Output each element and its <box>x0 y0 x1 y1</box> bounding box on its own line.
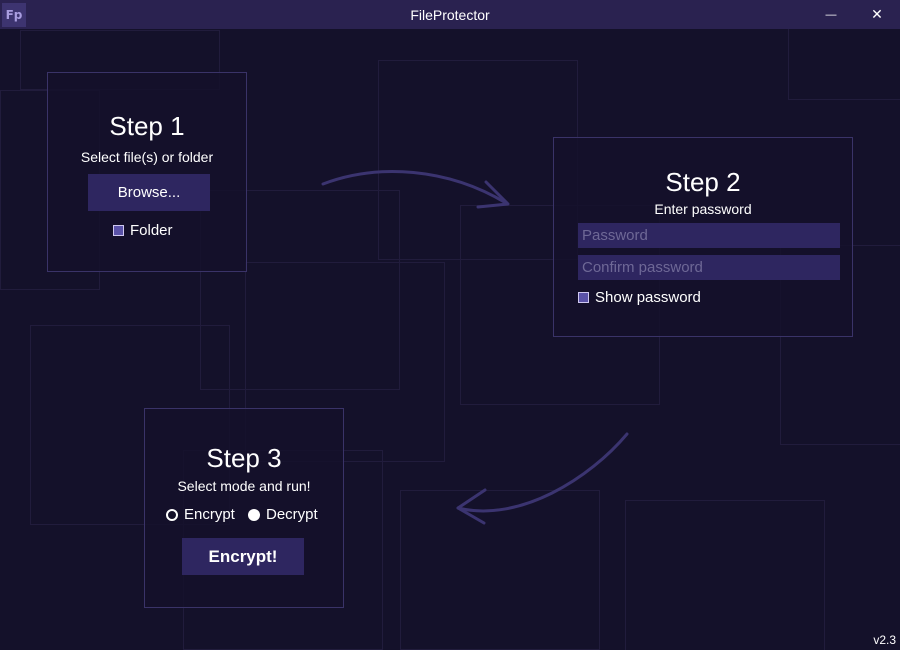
show-password-checkbox-row[interactable]: Show password <box>578 289 701 306</box>
folder-label: Folder <box>130 222 173 239</box>
confirm-password-field[interactable] <box>578 255 840 280</box>
password-field[interactable] <box>578 223 840 248</box>
run-encrypt-button[interactable]: Encrypt! <box>182 538 304 575</box>
step2-subtitle: Enter password <box>654 201 752 217</box>
encrypt-radio[interactable] <box>166 508 178 521</box>
title-bar: Fp FileProtector — ✕ <box>0 0 900 29</box>
close-button[interactable]: ✕ <box>854 0 900 29</box>
version-label: v2.3 <box>873 633 896 647</box>
decrypt-label: Decrypt <box>266 506 318 523</box>
curved-arrow-right-icon <box>321 170 510 209</box>
minimize-icon: — <box>825 8 837 21</box>
step2-panel: Step 2 Enter password Show password <box>553 137 853 337</box>
decrypt-radio[interactable] <box>248 508 260 521</box>
window-title: FileProtector <box>410 7 490 23</box>
app-window: Fp FileProtector — ✕ Step 1 Select file(… <box>0 0 900 650</box>
step1-panel: Step 1 Select file(s) or folder Browse..… <box>47 72 247 272</box>
step3-subtitle: Select mode and run! <box>177 478 311 494</box>
folder-checkbox-row[interactable]: Folder <box>113 222 173 239</box>
minimize-button[interactable]: — <box>808 0 854 29</box>
step3-title: Step 3 <box>206 443 282 473</box>
browse-button[interactable]: Browse... <box>88 174 210 211</box>
background-decor <box>625 500 825 650</box>
encrypt-radio-row[interactable]: Encrypt <box>166 506 235 523</box>
show-password-label: Show password <box>595 289 701 306</box>
folder-checkbox[interactable] <box>113 225 124 236</box>
close-icon: ✕ <box>871 6 883 22</box>
decrypt-radio-row[interactable]: Decrypt <box>248 506 318 523</box>
curved-arrow-left-icon <box>456 432 629 525</box>
encrypt-label: Encrypt <box>184 506 235 523</box>
step1-subtitle: Select file(s) or folder <box>80 149 214 165</box>
show-password-checkbox[interactable] <box>578 292 589 303</box>
step2-title: Step 2 <box>665 167 741 197</box>
step1-title: Step 1 <box>109 111 185 141</box>
step3-panel: Step 3 Select mode and run! Encrypt Decr… <box>144 408 344 608</box>
